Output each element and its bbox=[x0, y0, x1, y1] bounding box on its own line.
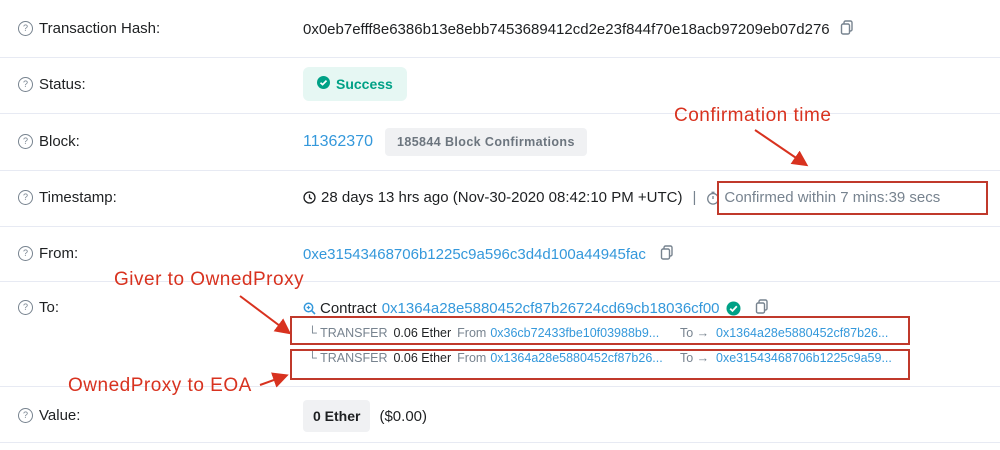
transaction-details: ? Transaction Hash: 0x0eb7efff8e6386b13e… bbox=[0, 0, 1000, 450]
arrow-to-transfer-1 bbox=[239, 295, 292, 335]
arrow-to-confirmation-box bbox=[754, 129, 809, 167]
annotation-arrows bbox=[239, 129, 809, 388]
arrow-to-transfer-2 bbox=[259, 372, 289, 388]
